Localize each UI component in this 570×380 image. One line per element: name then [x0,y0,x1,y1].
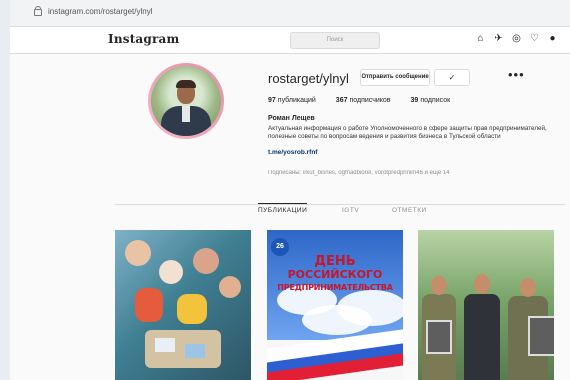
photo-child [159,260,183,284]
profile-stats: 97 публикаций 367 подписчиков 39 подписок [268,97,450,104]
profile-full-name: Роман Лещев [268,115,315,122]
poster-title-line1: ДЕНЬ [314,254,356,269]
poster-cloud [302,305,372,335]
browser-address-bar: instagram.com/rostarget/ylnyl [10,0,570,27]
home-icon[interactable]: ⌂ [475,33,486,44]
post-tile-2[interactable]: 26 ДЕНЬ РОССИЙСКОГО ПРЕДПРИНИМАТЕЛЬСТВА [267,230,403,380]
direct-icon[interactable]: ✈ [493,33,504,44]
poster-date-badge: 26 [271,238,289,256]
photo-face [431,276,447,295]
avatar-photo [151,66,221,136]
photo-paper [155,338,175,352]
tabs-divider [115,204,565,205]
profile-bio: Актуальная информация о работе Уполномоч… [268,125,547,141]
photo-child [219,276,241,298]
photo-portrait [426,320,452,354]
avatar-shirt [182,106,190,122]
heart-icon[interactable]: ♡ [529,33,540,44]
photo-child [193,248,219,274]
instagram-logo[interactable]: Instagram [108,32,179,46]
post-tile-3[interactable] [418,230,554,380]
more-options-button[interactable]: ••• [508,67,525,82]
posts-count: 97 публикаций [268,97,316,104]
posts-value: 97 [268,97,276,104]
photo-child [177,294,207,324]
tab-igtv[interactable]: IGTV [342,207,359,214]
followers-value: 367 [335,97,348,104]
lock-icon [34,6,42,16]
poster-title-line3: ПРЕДПРИНИМАТЕЛЬСТВА [277,283,393,292]
followers-count[interactable]: 367 подписчиков [336,97,391,104]
avatar-hair [176,80,196,88]
post-tile-1[interactable] [115,230,251,380]
poster-title-line2: РОССИЙСКОГО [287,268,383,281]
top-navigation: Instagram Поиск ⌂ ✈ ◎ ♡ ● [10,27,570,54]
profile-icon[interactable]: ● [547,33,558,44]
photo-child [135,288,163,322]
explore-icon[interactable]: ◎ [511,33,522,44]
poster-title: ДЕНЬ РОССИЙСКОГО ПРЕДПРИНИМАТЕЛЬСТВА [267,255,403,294]
following-value: 39 [410,97,419,104]
photo-face [474,274,490,294]
profile-link[interactable]: t.me/yosrob.rfnf [268,149,317,156]
followed-by[interactable]: Подписаны: irkut_bisnes, ogfnadbiorel, v… [268,170,558,176]
profile-avatar[interactable] [148,63,224,139]
following-button[interactable]: ✓ [434,69,470,86]
search-input[interactable]: Поиск [290,32,380,49]
tab-tagged[interactable]: ОТМЕТКИ [392,207,427,214]
profile-username: rostarget/ylnyl [268,71,349,86]
photo-portrait [528,316,554,356]
followers-label: подписчиков [349,97,391,104]
nav-icons: ⌂ ✈ ◎ ♡ ● [475,33,558,44]
photo-paper [185,344,205,358]
message-button[interactable]: Отправить сообщение [360,69,430,86]
posts-label: публикаций [277,97,316,104]
photo-person [464,294,500,380]
url-text[interactable]: instagram.com/rostarget/ylnyl [48,7,152,16]
tab-posts[interactable]: ПУБЛИКАЦИИ [258,203,308,214]
following-count[interactable]: 39 подписок [411,97,451,104]
photo-child [125,240,151,266]
photo-face [520,278,536,297]
instagram-page: Instagram Поиск ⌂ ✈ ◎ ♡ ● rostarget/ylny… [10,27,570,380]
following-label: подписок [420,97,451,104]
